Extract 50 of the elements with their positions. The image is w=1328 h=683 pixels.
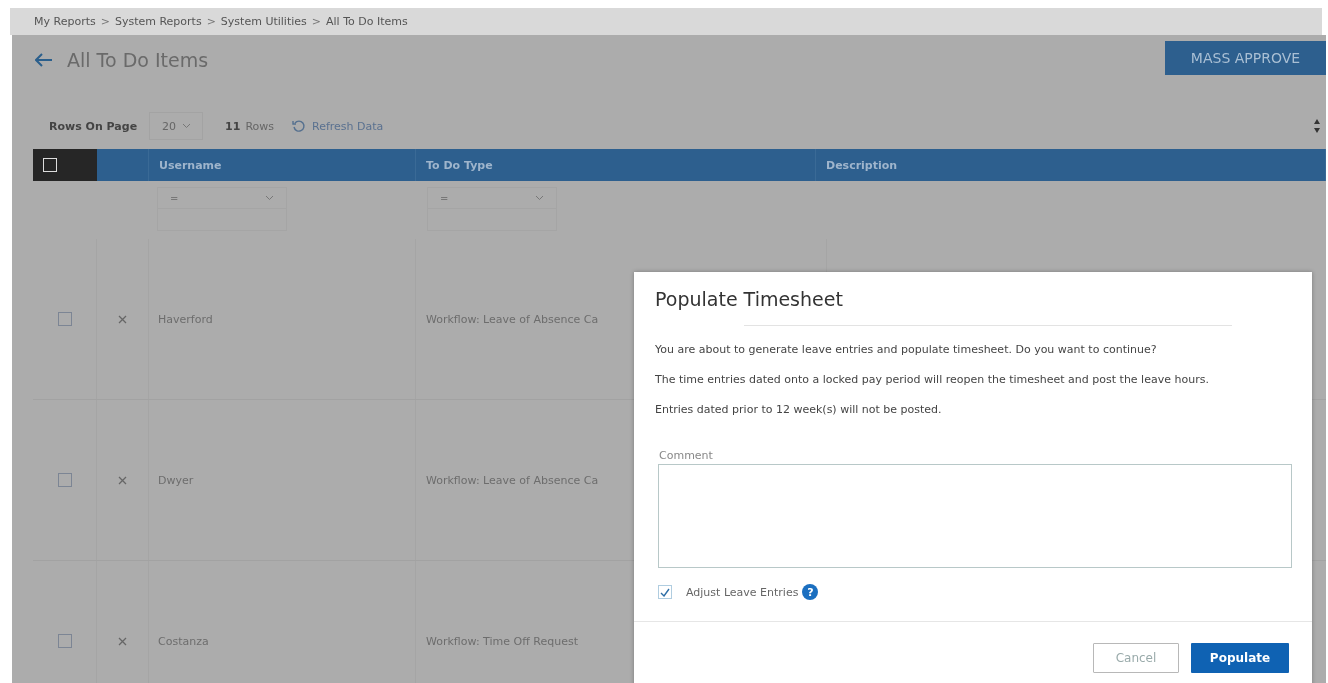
breadcrumb-separator: > (100, 15, 110, 28)
chevron-down-icon (535, 195, 544, 201)
help-icon[interactable]: ? (802, 584, 819, 600)
row-checkbox[interactable] (57, 312, 72, 326)
mass-approve-button[interactable]: MASS APPROVE (1165, 41, 1326, 75)
row-count-label: Rows (245, 119, 275, 133)
header-cell (97, 149, 149, 181)
chevron-down-icon (265, 195, 274, 201)
close-icon[interactable] (118, 314, 127, 324)
close-icon[interactable] (118, 636, 127, 646)
chevron-down-icon (182, 123, 192, 129)
breadcrumb-link[interactable]: System Reports (114, 15, 202, 28)
refresh-data-link[interactable]: Refresh Data (312, 119, 384, 133)
row-checkbox[interactable] (57, 473, 72, 487)
breadcrumb-link[interactable]: All To Do Items (326, 15, 408, 28)
dialog-title: Populate Timesheet (654, 288, 844, 310)
breadcrumb-separator: > (311, 15, 321, 28)
filter-operator-select[interactable]: = (157, 187, 287, 209)
refresh-icon[interactable] (292, 119, 307, 133)
rows-per-page-select[interactable]: 20 (149, 112, 204, 140)
breadcrumb-link[interactable]: System Utilities (220, 15, 307, 28)
cancel-button[interactable]: Cancel (1093, 643, 1179, 673)
dialog-message: You are about to generate leave entries and populate timesheet. Do you want to continue? (655, 343, 1158, 356)
row-count: 11 (225, 119, 241, 133)
username-cell: Haverford (158, 312, 213, 326)
username-cell: Costanza (158, 634, 209, 648)
dialog-message: The time entries dated onto a locked pay period will reopen the timesheet and post the leave hours. (655, 373, 1210, 386)
column-header[interactable]: Username (149, 149, 416, 181)
close-icon[interactable] (118, 475, 127, 485)
comment-field[interactable] (658, 464, 1292, 568)
breadcrumb-link[interactable]: My Reports (34, 15, 96, 28)
column-header[interactable]: Description (816, 149, 1326, 181)
populate-button[interactable]: Populate (1191, 643, 1289, 673)
comment-label: Comment (659, 449, 714, 462)
breadcrumb-separator: > (206, 15, 216, 28)
sort-icon[interactable] (1314, 118, 1320, 134)
select-all-checkbox[interactable] (43, 158, 57, 172)
dialog-message: Entries dated prior to 12 week(s) will not be posted. (655, 403, 943, 416)
username-cell: Dwyer (158, 473, 194, 487)
todo-type-cell: Workflow: Leave of Absence Ca (426, 312, 599, 326)
page-title: All To Do Items (67, 49, 209, 71)
todo-type-cell: Workflow: Time Off Request (426, 634, 578, 648)
column-header[interactable]: To Do Type (416, 149, 816, 181)
rows-on-page-label: Rows On Page (49, 119, 138, 133)
filter-operator-select[interactable]: = (427, 187, 557, 209)
adjust-leave-checkbox[interactable] (658, 585, 672, 599)
todo-type-cell: Workflow: Leave of Absence Ca (426, 473, 599, 487)
adjust-leave-label: Adjust Leave Entries (686, 585, 799, 599)
back-arrow-icon[interactable] (35, 53, 53, 67)
row-checkbox[interactable] (57, 634, 72, 648)
